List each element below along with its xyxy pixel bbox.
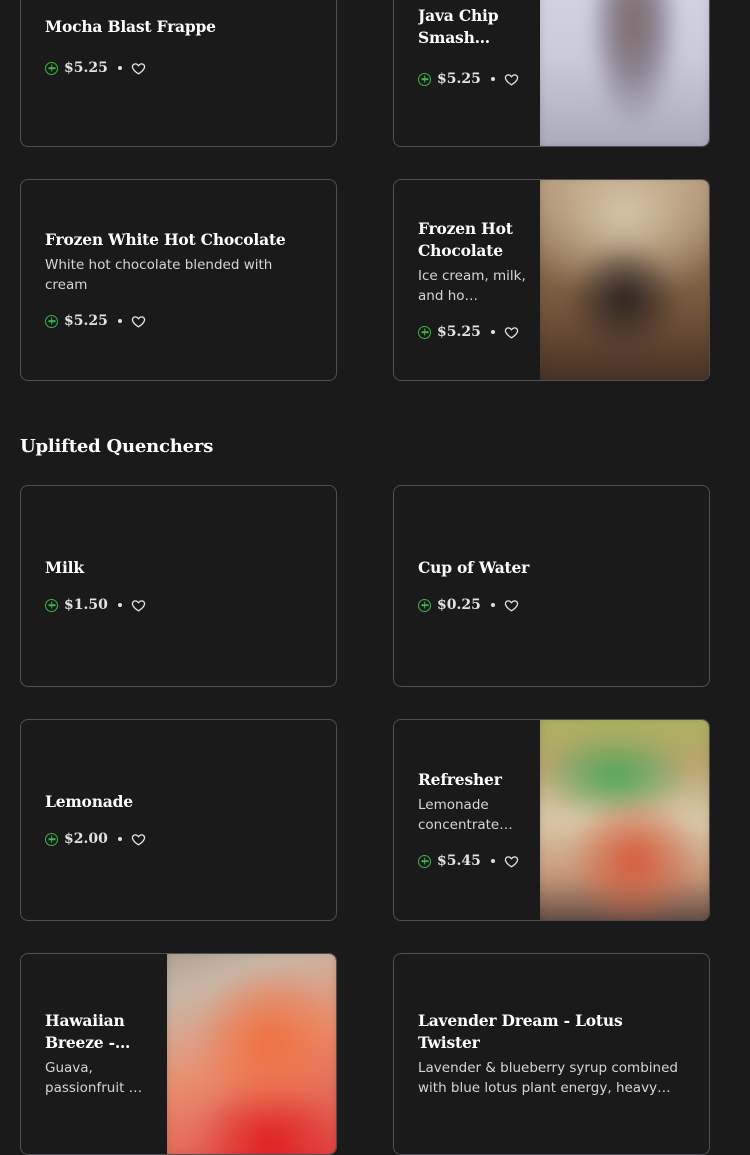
- menu-item-card-frozen-white-hot-chocolate[interactable]: Frozen White Hot Chocolate White hot cho…: [20, 179, 337, 381]
- item-name: Mocha Blast Frappe: [45, 17, 216, 36]
- menu-item-card-hawaiian-breeze[interactable]: Hawaiian Breeze -… Guava, passionfruit …: [20, 953, 337, 1155]
- heart-icon[interactable]: [131, 61, 146, 76]
- add-to-order-icon[interactable]: [45, 598, 58, 612]
- add-to-order-icon[interactable]: [45, 832, 58, 846]
- item-description: Ice cream, milk, and ho…: [418, 268, 526, 304]
- item-name: Java Chip Smash…: [418, 6, 499, 47]
- item-name: Refresher: [418, 770, 502, 789]
- separator-dot: [117, 603, 122, 607]
- add-to-order-icon[interactable]: [418, 854, 431, 868]
- add-to-order-icon[interactable]: [45, 314, 58, 328]
- heart-icon[interactable]: [131, 832, 146, 847]
- item-image: [167, 954, 336, 1154]
- item-price: $5.45: [437, 853, 481, 869]
- item-name: Hawaiian Breeze -…: [45, 1011, 131, 1052]
- item-description: White hot chocolate blended with cream: [45, 257, 273, 293]
- heart-icon[interactable]: [504, 598, 519, 613]
- menu-item-card-frozen-hot-chocolate[interactable]: Frozen Hot Chocolate Ice cream, milk, an…: [393, 179, 710, 381]
- item-name: Lemonade: [45, 792, 133, 811]
- add-to-order-icon[interactable]: [45, 61, 58, 75]
- menu-item-card-java-chip-smash[interactable]: Java Chip Smash… $5.25: [393, 0, 710, 147]
- add-to-order-icon[interactable]: [418, 325, 431, 339]
- item-name: Frozen Hot Chocolate: [418, 219, 513, 260]
- add-to-order-icon[interactable]: [418, 598, 431, 612]
- separator-dot: [117, 66, 122, 70]
- item-name: Frozen White Hot Chocolate: [45, 230, 286, 249]
- item-image: [540, 720, 709, 920]
- item-image: [540, 180, 709, 380]
- menu-item-card-cup-of-water[interactable]: Cup of Water $0.25: [393, 485, 710, 687]
- separator-dot: [490, 77, 495, 81]
- item-price: $5.25: [64, 60, 108, 76]
- heart-icon[interactable]: [504, 854, 519, 869]
- separator-dot: [490, 603, 495, 607]
- item-description: Guava, passionfruit …: [45, 1060, 143, 1096]
- item-price: $5.25: [437, 324, 481, 340]
- item-image: [540, 0, 709, 146]
- separator-dot: [490, 859, 495, 863]
- menu-item-card-lemonade[interactable]: Lemonade $2.00: [20, 719, 337, 921]
- item-price: $5.25: [64, 313, 108, 329]
- item-price: $1.50: [64, 597, 108, 613]
- heart-icon[interactable]: [504, 325, 519, 340]
- item-name: Cup of Water: [418, 558, 530, 577]
- separator-dot: [490, 330, 495, 334]
- heart-icon[interactable]: [504, 72, 519, 87]
- menu-item-card-milk[interactable]: Milk $1.50: [20, 485, 337, 687]
- menu-item-card-refresher[interactable]: Refresher Lemonade concentrate… $5.45: [393, 719, 710, 921]
- item-price: $5.25: [437, 71, 481, 87]
- separator-dot: [117, 319, 122, 323]
- menu-item-card-lavender-dream-lotus-twister[interactable]: Lavender Dream - Lotus Twister Lavender …: [393, 953, 710, 1155]
- item-description: Lavender & blueberry syrup combined with…: [418, 1060, 678, 1096]
- add-to-order-icon[interactable]: [418, 72, 431, 86]
- item-name: Lavender Dream - Lotus Twister: [418, 1011, 623, 1052]
- menu-item-card-mocha-blast-frappe[interactable]: Mocha Blast Frappe $5.25: [20, 0, 337, 147]
- item-name: Milk: [45, 558, 84, 577]
- heart-icon[interactable]: [131, 314, 146, 329]
- section-title-uplifted-quenchers: Uplifted Quenchers: [20, 436, 214, 457]
- item-description: Lemonade concentrate…: [418, 797, 513, 833]
- separator-dot: [117, 837, 122, 841]
- item-price: $2.00: [64, 831, 108, 847]
- heart-icon[interactable]: [131, 598, 146, 613]
- item-price: $0.25: [437, 597, 481, 613]
